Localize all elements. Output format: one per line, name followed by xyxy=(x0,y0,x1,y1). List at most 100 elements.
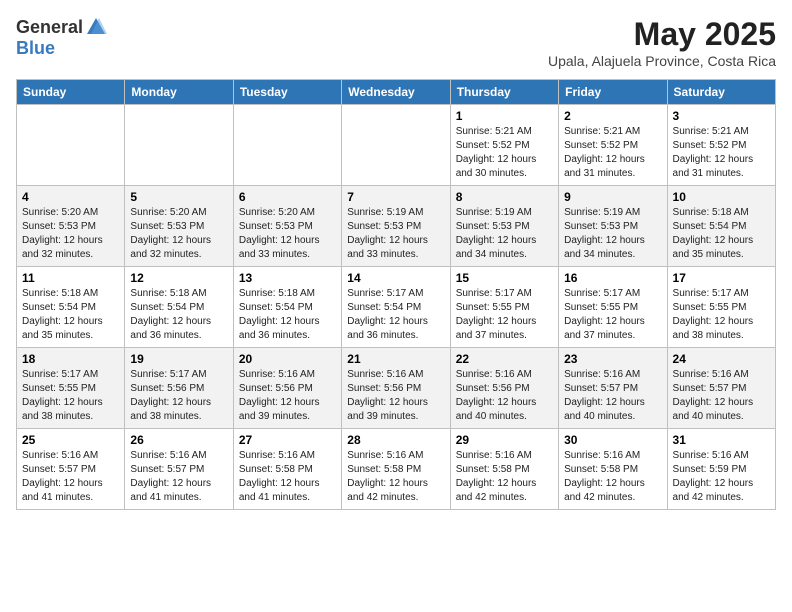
day-header-sunday: Sunday xyxy=(17,80,125,105)
calendar-cell: 1 Sunrise: 5:21 AM Sunset: 5:52 PM Daylig… xyxy=(450,105,558,186)
logo-icon xyxy=(85,16,107,38)
day-header-wednesday: Wednesday xyxy=(342,80,450,105)
day-number: 11 xyxy=(22,271,119,285)
day-header-friday: Friday xyxy=(559,80,667,105)
day-info: Sunrise: 5:16 AM Sunset: 5:58 PM Dayligh… xyxy=(239,449,336,505)
day-info: Sunrise: 5:17 AM Sunset: 5:55 PM Dayligh… xyxy=(564,287,661,343)
day-header-saturday: Saturday xyxy=(667,80,775,105)
day-info: Sunrise: 5:17 AM Sunset: 5:55 PM Dayligh… xyxy=(456,287,553,343)
day-info: Sunrise: 5:16 AM Sunset: 5:57 PM Dayligh… xyxy=(564,368,661,424)
day-number: 16 xyxy=(564,271,661,285)
calendar-cell: 23Sunrise: 5:16 AM Sunset: 5:57 PM Dayli… xyxy=(559,348,667,429)
day-number: 7 xyxy=(347,190,444,204)
day-header-monday: Monday xyxy=(125,80,233,105)
day-number: 22 xyxy=(456,352,553,366)
logo-general: General xyxy=(16,17,83,38)
day-info: Sunrise: 5:16 AM Sunset: 5:57 PM Dayligh… xyxy=(130,449,227,505)
calendar-cell: 28 Sunrise: 5:16 AM Sunset: 5:58 PM Dayli… xyxy=(342,429,450,510)
calendar-cell: 18 Sunrise: 5:17 AM Sunset: 5:55 PM Dayli… xyxy=(17,348,125,429)
day-number: 29 xyxy=(456,433,553,447)
day-info: Sunrise: 5:18 AM Sunset: 5:54 PM Dayligh… xyxy=(239,287,336,343)
day-number: 25 xyxy=(22,433,119,447)
calendar-cell: 20Sunrise: 5:16 AM Sunset: 5:56 PM Dayli… xyxy=(233,348,341,429)
day-number: 17 xyxy=(673,271,770,285)
logo: General Blue xyxy=(16,16,107,59)
day-info: Sunrise: 5:16 AM Sunset: 5:58 PM Dayligh… xyxy=(564,449,661,505)
calendar-cell: 16 Sunrise: 5:17 AM Sunset: 5:55 PM Dayli… xyxy=(559,267,667,348)
calendar-cell: 24 Sunrise: 5:16 AM Sunset: 5:57 PM Dayli… xyxy=(667,348,775,429)
day-number: 1 xyxy=(456,109,553,123)
day-number: 13 xyxy=(239,271,336,285)
day-info: Sunrise: 5:21 AM Sunset: 5:52 PM Dayligh… xyxy=(564,125,661,181)
calendar-cell: 5Sunrise: 5:20 AM Sunset: 5:53 PM Daylig… xyxy=(125,186,233,267)
day-number: 26 xyxy=(130,433,227,447)
calendar-week-row: 25 Sunrise: 5:16 AM Sunset: 5:57 PM Dayli… xyxy=(17,429,776,510)
title-area: May 2025 Upala, Alajuela Province, Costa… xyxy=(548,16,776,69)
day-number: 12 xyxy=(130,271,227,285)
day-info: Sunrise: 5:16 AM Sunset: 5:57 PM Dayligh… xyxy=(673,368,770,424)
calendar-cell: 4Sunrise: 5:20 AM Sunset: 5:53 PM Daylig… xyxy=(17,186,125,267)
calendar-cell: 30 Sunrise: 5:16 AM Sunset: 5:58 PM Dayli… xyxy=(559,429,667,510)
calendar-cell: 2 Sunrise: 5:21 AM Sunset: 5:52 PM Daylig… xyxy=(559,105,667,186)
day-info: Sunrise: 5:16 AM Sunset: 5:57 PM Dayligh… xyxy=(22,449,119,505)
day-number: 18 xyxy=(22,352,119,366)
day-info: Sunrise: 5:17 AM Sunset: 5:55 PM Dayligh… xyxy=(22,368,119,424)
header: General Blue May 2025 Upala, Alajuela Pr… xyxy=(16,16,776,69)
day-info: Sunrise: 5:17 AM Sunset: 5:55 PM Dayligh… xyxy=(673,287,770,343)
day-info: Sunrise: 5:18 AM Sunset: 5:54 PM Dayligh… xyxy=(22,287,119,343)
calendar-week-row: 4Sunrise: 5:20 AM Sunset: 5:53 PM Daylig… xyxy=(17,186,776,267)
day-number: 27 xyxy=(239,433,336,447)
day-number: 28 xyxy=(347,433,444,447)
calendar-cell: 19Sunrise: 5:17 AM Sunset: 5:56 PM Dayli… xyxy=(125,348,233,429)
calendar-cell: 3 Sunrise: 5:21 AM Sunset: 5:52 PM Daylig… xyxy=(667,105,775,186)
day-info: Sunrise: 5:19 AM Sunset: 5:53 PM Dayligh… xyxy=(347,206,444,262)
day-info: Sunrise: 5:19 AM Sunset: 5:53 PM Dayligh… xyxy=(564,206,661,262)
calendar-cell xyxy=(125,105,233,186)
calendar-cell xyxy=(17,105,125,186)
calendar-cell: 8Sunrise: 5:19 AM Sunset: 5:53 PM Daylig… xyxy=(450,186,558,267)
calendar-cell: 6 Sunrise: 5:20 AM Sunset: 5:53 PM Daylig… xyxy=(233,186,341,267)
calendar-cell: 21 Sunrise: 5:16 AM Sunset: 5:56 PM Dayli… xyxy=(342,348,450,429)
day-info: Sunrise: 5:17 AM Sunset: 5:54 PM Dayligh… xyxy=(347,287,444,343)
day-number: 2 xyxy=(564,109,661,123)
day-info: Sunrise: 5:20 AM Sunset: 5:53 PM Dayligh… xyxy=(22,206,119,262)
day-info: Sunrise: 5:16 AM Sunset: 5:56 PM Dayligh… xyxy=(456,368,553,424)
calendar-week-row: 1 Sunrise: 5:21 AM Sunset: 5:52 PM Daylig… xyxy=(17,105,776,186)
calendar-body: 1 Sunrise: 5:21 AM Sunset: 5:52 PM Daylig… xyxy=(17,105,776,510)
calendar-cell: 22 Sunrise: 5:16 AM Sunset: 5:56 PM Dayli… xyxy=(450,348,558,429)
calendar-cell: 10Sunrise: 5:18 AM Sunset: 5:54 PM Dayli… xyxy=(667,186,775,267)
day-info: Sunrise: 5:20 AM Sunset: 5:53 PM Dayligh… xyxy=(239,206,336,262)
day-number: 20 xyxy=(239,352,336,366)
day-info: Sunrise: 5:20 AM Sunset: 5:53 PM Dayligh… xyxy=(130,206,227,262)
location-title: Upala, Alajuela Province, Costa Rica xyxy=(548,53,776,69)
calendar-week-row: 18 Sunrise: 5:17 AM Sunset: 5:55 PM Dayli… xyxy=(17,348,776,429)
calendar-cell: 9 Sunrise: 5:19 AM Sunset: 5:53 PM Daylig… xyxy=(559,186,667,267)
month-title: May 2025 xyxy=(548,16,776,53)
calendar-cell: 17 Sunrise: 5:17 AM Sunset: 5:55 PM Dayli… xyxy=(667,267,775,348)
day-info: Sunrise: 5:16 AM Sunset: 5:59 PM Dayligh… xyxy=(673,449,770,505)
day-number: 3 xyxy=(673,109,770,123)
calendar-cell: 11 Sunrise: 5:18 AM Sunset: 5:54 PM Dayli… xyxy=(17,267,125,348)
calendar-cell: 29 Sunrise: 5:16 AM Sunset: 5:58 PM Dayli… xyxy=(450,429,558,510)
logo-blue: Blue xyxy=(16,38,55,58)
calendar-header-row: SundayMondayTuesdayWednesdayThursdayFrid… xyxy=(17,80,776,105)
calendar-cell: 15 Sunrise: 5:17 AM Sunset: 5:55 PM Dayli… xyxy=(450,267,558,348)
day-info: Sunrise: 5:21 AM Sunset: 5:52 PM Dayligh… xyxy=(673,125,770,181)
calendar-table: SundayMondayTuesdayWednesdayThursdayFrid… xyxy=(16,79,776,510)
day-number: 24 xyxy=(673,352,770,366)
day-number: 21 xyxy=(347,352,444,366)
day-number: 30 xyxy=(564,433,661,447)
day-info: Sunrise: 5:21 AM Sunset: 5:52 PM Dayligh… xyxy=(456,125,553,181)
day-info: Sunrise: 5:16 AM Sunset: 5:56 PM Dayligh… xyxy=(347,368,444,424)
day-info: Sunrise: 5:16 AM Sunset: 5:58 PM Dayligh… xyxy=(456,449,553,505)
day-info: Sunrise: 5:18 AM Sunset: 5:54 PM Dayligh… xyxy=(673,206,770,262)
calendar-cell: 14Sunrise: 5:17 AM Sunset: 5:54 PM Dayli… xyxy=(342,267,450,348)
day-number: 6 xyxy=(239,190,336,204)
day-info: Sunrise: 5:16 AM Sunset: 5:58 PM Dayligh… xyxy=(347,449,444,505)
calendar-cell: 13 Sunrise: 5:18 AM Sunset: 5:54 PM Dayli… xyxy=(233,267,341,348)
day-number: 15 xyxy=(456,271,553,285)
day-info: Sunrise: 5:17 AM Sunset: 5:56 PM Dayligh… xyxy=(130,368,227,424)
day-number: 9 xyxy=(564,190,661,204)
calendar-cell xyxy=(342,105,450,186)
calendar-week-row: 11 Sunrise: 5:18 AM Sunset: 5:54 PM Dayli… xyxy=(17,267,776,348)
